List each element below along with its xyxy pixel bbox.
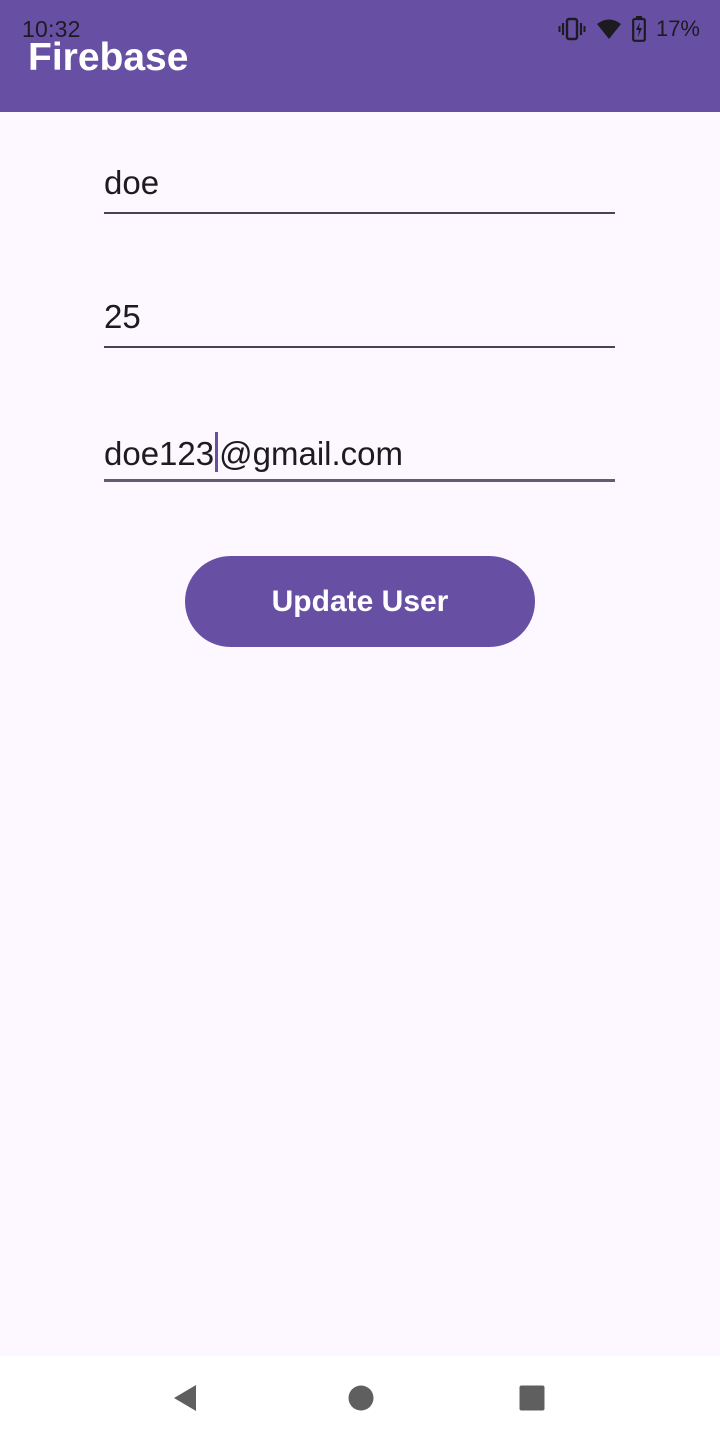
email-field[interactable]: doe123 @gmail.com: [104, 412, 615, 482]
email-field-value: doe123 @gmail.com: [104, 432, 403, 473]
status-icons: 17%: [558, 14, 700, 44]
wifi-icon: [596, 18, 622, 40]
name-field-underline: [104, 212, 615, 214]
vibrate-icon: [558, 16, 586, 42]
name-field-value: doe: [104, 164, 160, 201]
update-user-button[interactable]: Update User: [185, 556, 535, 647]
age-field[interactable]: 25: [104, 278, 615, 348]
age-field-underline: [104, 346, 615, 348]
battery-charging-icon: [632, 16, 646, 42]
app-title: Firebase: [28, 36, 189, 79]
email-field-underline: [104, 479, 615, 482]
battery-percent: 17%: [655, 16, 700, 41]
email-text-before-cursor: doe123: [104, 435, 215, 472]
recents-icon[interactable]: [512, 1378, 552, 1418]
email-text-after-cursor: @gmail.com: [219, 435, 403, 472]
age-field-value: 25: [104, 298, 141, 335]
text-cursor: [215, 432, 219, 472]
back-icon[interactable]: [165, 1378, 205, 1418]
home-icon[interactable]: [341, 1378, 381, 1418]
name-field[interactable]: doe: [104, 144, 615, 214]
app-bar: 10:32 17% Firebase: [0, 0, 720, 112]
navigation-bar: [0, 1356, 720, 1440]
